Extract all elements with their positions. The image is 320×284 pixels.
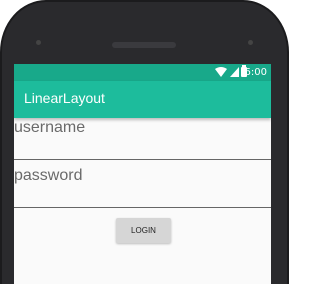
username-field[interactable]: username xyxy=(14,119,271,160)
phone-frame: 6:00 LinearLayout username password LOGI… xyxy=(0,0,289,284)
login-button-label: LOGIN xyxy=(131,226,156,235)
app-toolbar: LinearLayout xyxy=(14,81,271,118)
earpiece-speaker xyxy=(112,42,176,48)
password-hint: password xyxy=(14,167,83,184)
app-screen: 6:00 LinearLayout username password LOGI… xyxy=(14,64,271,284)
username-hint: username xyxy=(14,119,86,136)
wifi-icon xyxy=(215,67,227,77)
login-button[interactable]: LOGIN xyxy=(116,218,171,243)
toolbar-title: LinearLayout xyxy=(24,90,105,106)
front-camera xyxy=(248,40,253,45)
signal-icon xyxy=(230,67,239,77)
status-time: 6:00 xyxy=(244,67,267,78)
password-field[interactable]: password xyxy=(14,167,271,208)
front-sensor xyxy=(36,40,41,45)
status-bar: 6:00 xyxy=(14,64,271,81)
